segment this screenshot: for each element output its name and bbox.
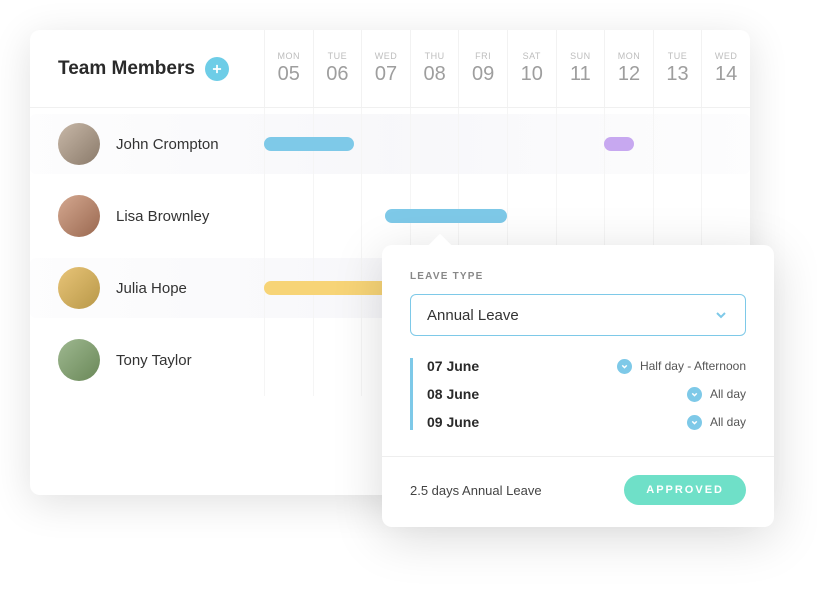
member-cell[interactable]: Lisa Brownley — [30, 180, 264, 252]
day-header[interactable]: MON05 — [264, 30, 313, 107]
avatar[interactable] — [58, 267, 100, 309]
leave-type-label: LEAVE TYPE — [410, 271, 746, 282]
title-cell: Team Members — [30, 30, 264, 107]
member-row: Lisa Brownley — [30, 180, 750, 252]
leave-duration: All day — [710, 415, 746, 429]
member-cell[interactable]: Julia Hope — [30, 252, 264, 324]
leave-type-value: Annual Leave — [427, 307, 519, 324]
day-header[interactable]: SUN11 — [556, 30, 605, 107]
member-name: Tony Taylor — [116, 352, 192, 369]
day-header[interactable]: SAT10 — [507, 30, 556, 107]
member-name: John Crompton — [116, 136, 219, 153]
leave-days-list: 07 June Half day - Afternoon 08 June All… — [410, 358, 746, 430]
leave-bar[interactable] — [385, 209, 507, 223]
leave-date: 09 June — [427, 414, 479, 430]
member-row: John Crompton — [30, 108, 750, 180]
leave-duration: Half day - Afternoon — [640, 359, 746, 373]
leave-details-popover: LEAVE TYPE Annual Leave 07 June Half day… — [382, 245, 774, 527]
leave-duration-select[interactable]: Half day - Afternoon — [617, 359, 746, 374]
member-name: Lisa Brownley — [116, 208, 209, 225]
member-cell[interactable]: Tony Taylor — [30, 324, 264, 396]
avatar[interactable] — [58, 123, 100, 165]
day-header[interactable]: WED07 — [361, 30, 410, 107]
leave-summary: 2.5 days Annual Leave — [410, 483, 542, 498]
day-header[interactable]: THU08 — [410, 30, 459, 107]
page-title: Team Members — [58, 58, 195, 80]
leave-day-item: 07 June Half day - Afternoon — [427, 358, 746, 374]
leave-duration-select[interactable]: All day — [687, 415, 746, 430]
leave-type-select[interactable]: Annual Leave — [410, 294, 746, 336]
avatar[interactable] — [58, 339, 100, 381]
leave-bar[interactable] — [604, 137, 634, 151]
leave-date: 08 June — [427, 386, 479, 402]
chevron-down-icon — [687, 387, 702, 402]
member-cell[interactable]: John Crompton — [30, 108, 264, 180]
day-header[interactable]: TUE06 — [313, 30, 362, 107]
leave-duration: All day — [710, 387, 746, 401]
add-member-button[interactable] — [205, 57, 229, 81]
chevron-down-icon — [713, 307, 729, 323]
popover-footer: 2.5 days Annual Leave APPROVED — [410, 475, 746, 505]
header-row: Team Members MON05 TUE06 WED07 THU08 FRI… — [30, 30, 750, 108]
leave-duration-select[interactable]: All day — [687, 387, 746, 402]
leave-day-item: 09 June All day — [427, 414, 746, 430]
day-header[interactable]: WED14 — [701, 30, 750, 107]
day-header[interactable]: MON12 — [604, 30, 653, 107]
leave-bar[interactable] — [264, 137, 354, 151]
leave-date: 07 June — [427, 358, 479, 374]
plus-icon — [210, 62, 224, 76]
avatar[interactable] — [58, 195, 100, 237]
day-header[interactable]: FRI09 — [458, 30, 507, 107]
member-name: Julia Hope — [116, 280, 187, 297]
leave-day-item: 08 June All day — [427, 386, 746, 402]
divider — [382, 456, 774, 457]
chevron-down-icon — [617, 359, 632, 374]
day-header[interactable]: TUE13 — [653, 30, 702, 107]
chevron-down-icon — [687, 415, 702, 430]
status-badge: APPROVED — [624, 475, 746, 505]
